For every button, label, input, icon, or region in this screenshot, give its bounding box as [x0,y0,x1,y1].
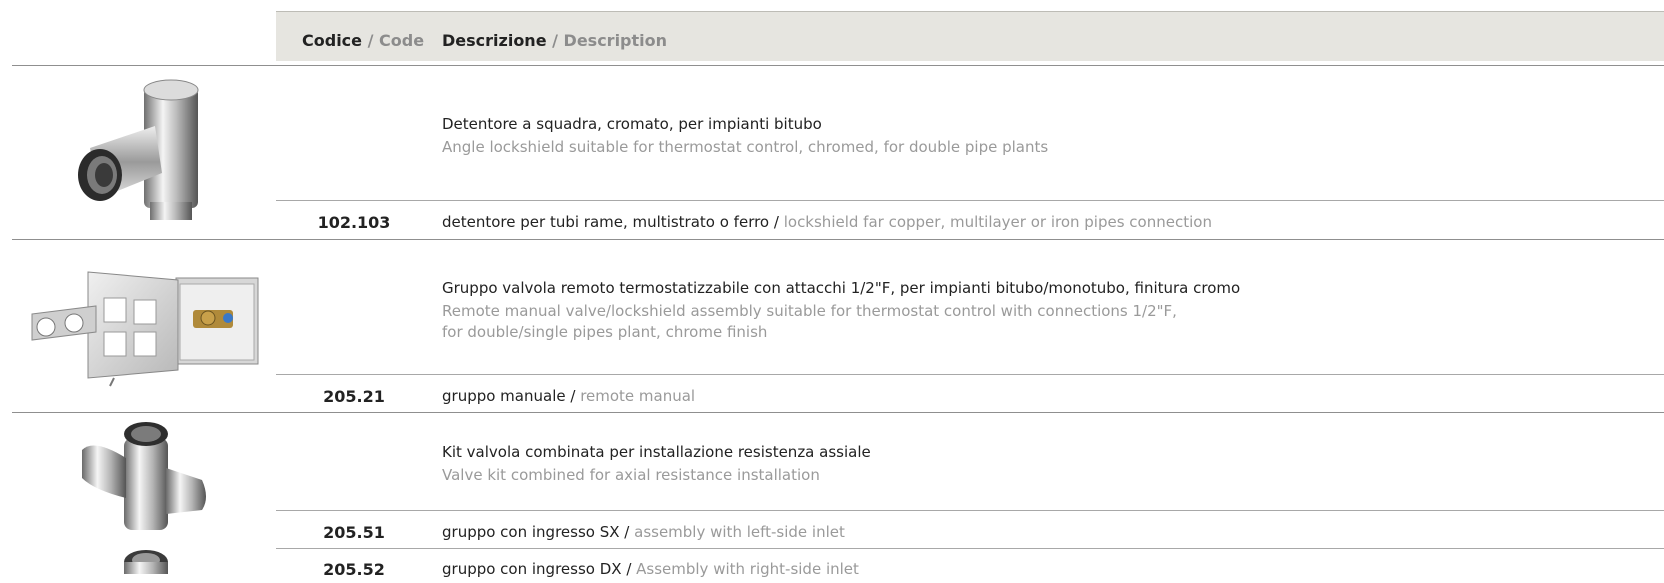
section-title-it: Gruppo valvola remoto termostatizzabile … [442,279,1241,297]
header-code-sep: / [362,31,379,50]
row-desc-it: gruppo con ingresso SX [442,523,620,541]
row-desc-it: gruppo manuale [442,387,566,405]
product-code: 205.51 [323,523,385,542]
angle-lockshield-valve-icon [78,79,199,220]
row-divider [276,200,1664,201]
table-row: gruppo con ingresso DX / Assembly with r… [442,560,859,578]
header-description: Descrizione / Description [442,31,667,50]
section-title-it: Kit valvola combinata per installazione … [442,443,871,461]
product-code: 205.52 [323,560,385,579]
header-code-it: Codice [302,31,363,50]
row-divider [276,374,1664,375]
table-row: detentore per tubi rame, multistrato o f… [442,213,1212,231]
row-sep: / [565,387,581,405]
section-title-en-line2: for double/single pipes plant, chrome fi… [442,323,768,341]
row-desc-en: lockshield far copper, multilayer or iro… [783,213,1212,231]
section-divider [12,412,1664,413]
row-desc-en: assembly with left-side inlet [634,523,845,541]
row-desc-it: detentore per tubi rame, multistrato o f… [442,213,770,231]
product-code: 102.103 [317,213,391,232]
header-desc-sep: / [546,31,564,50]
row-divider [276,510,1664,511]
section-divider [12,65,1664,66]
section-divider [12,239,1664,240]
combined-valve-kit-icon [82,422,206,574]
product-code: 205.21 [323,387,385,406]
table-row: gruppo manuale / remote manual [442,387,695,405]
row-divider [276,548,1664,549]
section-title-en: Valve kit combined for axial resistance … [442,466,820,484]
row-desc-en: Assembly with right-side inlet [636,560,859,578]
row-sep: / [619,523,635,541]
row-sep: / [621,560,637,578]
remote-valve-box-icon [31,271,259,387]
row-sep: / [769,213,784,231]
section-title-it: Detentore a squadra, cromato, per impian… [442,115,822,133]
section-title-en: Angle lockshield suitable for thermostat… [442,138,1049,156]
header-code: Codice / Code [302,31,424,50]
row-desc-en: remote manual [580,387,696,405]
header-desc-it: Descrizione [442,31,547,50]
row-desc-it: gruppo con ingresso DX [442,560,622,578]
section-title-en: Remote manual valve/lockshield assembly … [442,302,1177,320]
table-row: gruppo con ingresso SX / assembly with l… [442,523,845,541]
header-code-en: Code [379,31,425,50]
header-desc-en: Description [563,31,668,50]
